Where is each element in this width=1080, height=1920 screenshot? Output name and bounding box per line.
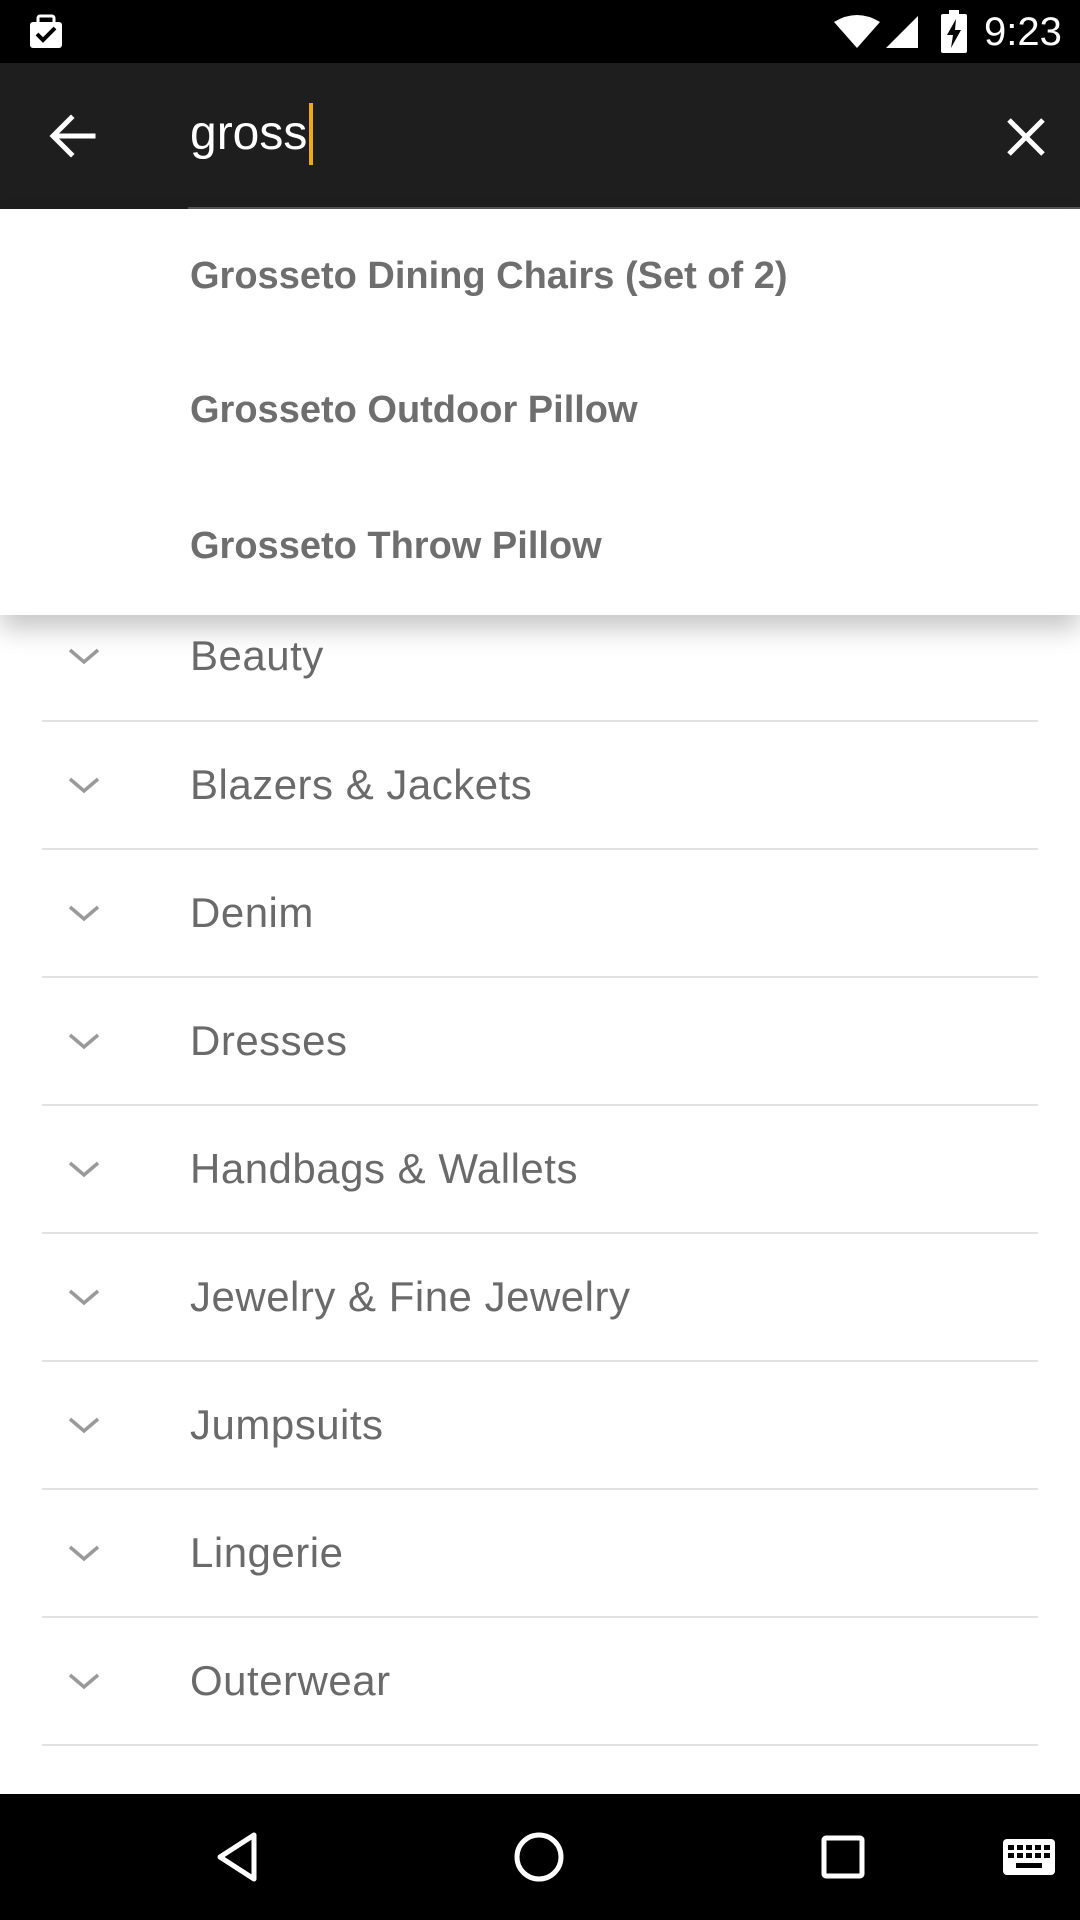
suggestion-label: Grosseto Dining Chairs (Set of 2) <box>190 255 788 297</box>
home-circle-icon <box>514 1832 564 1882</box>
category-list: Beauty Blazers & Jackets Denim Dresses H… <box>0 592 1080 1746</box>
nav-keyboard-button[interactable] <box>996 1824 1062 1890</box>
nav-back-button[interactable] <box>204 1824 270 1890</box>
category-row[interactable]: Blazers & Jackets <box>42 722 1038 850</box>
notification-icon <box>30 14 62 48</box>
category-row[interactable]: Handbags & Wallets <box>42 1106 1038 1234</box>
category-row[interactable]: Outerwear <box>42 1618 1038 1746</box>
wifi-icon <box>834 15 880 48</box>
nav-recents-button[interactable] <box>810 1824 876 1890</box>
search-toolbar: gross <box>0 63 1080 209</box>
suggestion-item[interactable]: Grosseto Outdoor Pillow <box>0 343 1080 477</box>
category-label: Lingerie <box>190 1529 344 1576</box>
clear-search-button[interactable] <box>996 107 1056 167</box>
suggestion-item[interactable]: Grosseto Dining Chairs (Set of 2) <box>0 209 1080 343</box>
close-icon <box>1007 118 1045 156</box>
text-caret <box>309 103 314 165</box>
signal-icon <box>886 16 918 48</box>
category-label: Outerwear <box>190 1657 391 1704</box>
category-row[interactable]: Jewelry & Fine Jewelry <box>42 1234 1038 1362</box>
category-label: Jumpsuits <box>190 1401 384 1448</box>
keyboard-icon <box>1003 1839 1055 1875</box>
recents-square-icon <box>821 1835 865 1879</box>
category-label: Blazers & Jackets <box>190 761 533 808</box>
search-query: gross <box>190 107 308 160</box>
arrow-back-icon <box>49 114 96 158</box>
suggestion-item[interactable]: Grosseto Throw Pillow <box>0 479 1080 613</box>
suggestion-label: Grosseto Outdoor Pillow <box>190 389 638 431</box>
category-label: Denim <box>190 889 314 936</box>
chevron-down-icon <box>68 777 100 794</box>
category-label: Handbags & Wallets <box>190 1145 578 1192</box>
chevron-down-icon <box>68 648 100 665</box>
search-suggestions: Grosseto Dining Chairs (Set of 2) Grosse… <box>0 209 1080 615</box>
chevron-down-icon <box>68 905 100 922</box>
search-input[interactable]: gross <box>190 99 314 169</box>
battery-charging-icon <box>941 10 967 53</box>
chevron-down-icon <box>68 1545 100 1562</box>
chevron-down-icon <box>68 1161 100 1178</box>
chevron-down-icon <box>68 1033 100 1050</box>
chevron-down-icon <box>68 1417 100 1434</box>
suggestion-label: Grosseto Throw Pillow <box>190 525 602 567</box>
navigation-bar <box>0 1794 1080 1920</box>
category-row[interactable]: Denim <box>42 850 1038 978</box>
back-triangle-icon <box>217 1832 257 1882</box>
back-button[interactable] <box>40 103 106 169</box>
category-row[interactable]: Jumpsuits <box>42 1362 1038 1490</box>
chevron-down-icon <box>68 1673 100 1690</box>
status-clock: 9:23 <box>984 10 1062 54</box>
category-label: Dresses <box>190 1017 348 1064</box>
status-bar: 9:23 <box>0 0 1080 63</box>
category-row[interactable]: Lingerie <box>42 1490 1038 1618</box>
category-row[interactable]: Dresses <box>42 978 1038 1106</box>
screen: 9:23 gross Beauty Blazers & Jackets Deni… <box>0 0 1080 1920</box>
category-label: Jewelry & Fine Jewelry <box>190 1273 631 1320</box>
chevron-down-icon <box>68 1289 100 1306</box>
nav-home-button[interactable] <box>506 1824 572 1890</box>
